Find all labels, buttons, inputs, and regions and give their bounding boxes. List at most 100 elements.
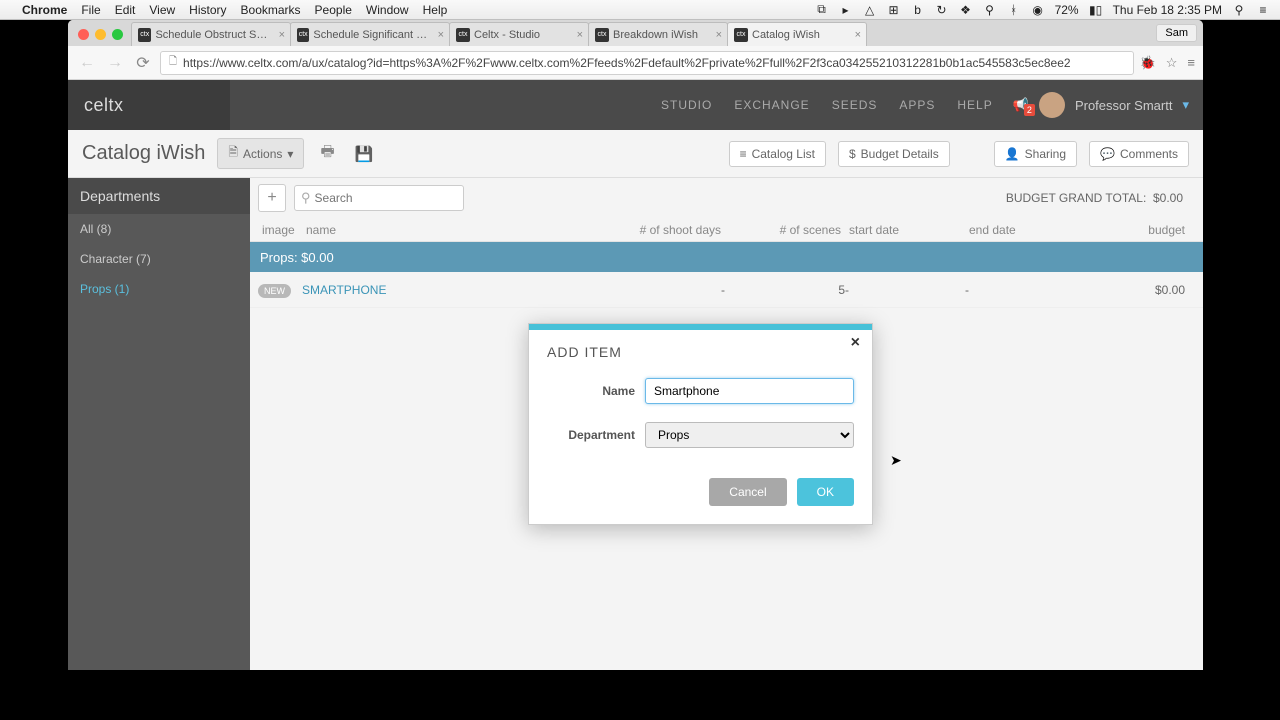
close-tab-icon[interactable]: × [279,29,285,41]
dollar-icon: $ [849,147,856,161]
comment-icon: 💬 [1100,147,1115,161]
cell-start: - [845,283,965,297]
menu-view[interactable]: View [149,3,175,17]
close-icon[interactable]: × [851,334,860,352]
letterbox [0,670,1280,720]
letterbox [1203,0,1280,720]
col-start-date[interactable]: start date [845,223,965,237]
close-tab-icon[interactable]: × [855,29,861,41]
browser-window: ctxSchedule Obstruct Sean× ctxSchedule S… [68,20,1203,670]
tab-schedule-significant[interactable]: ctxSchedule Significant Other× [290,22,450,46]
item-name-link[interactable]: SMARTPHONE [302,283,386,297]
address-field[interactable]: 🗋 https://www.celtx.com/a/ux/catalog?id=… [160,51,1134,75]
menu-help[interactable]: Help [423,3,448,17]
favicon-icon: ctx [734,28,748,42]
menu-icon[interactable]: ≡ [1256,3,1270,17]
close-icon[interactable] [78,29,89,40]
col-shoot-days[interactable]: # of shoot days [605,223,725,237]
minimize-icon[interactable] [95,29,106,40]
sidebar-item-all[interactable]: All (8) [68,214,250,244]
col-image[interactable]: image [258,223,302,237]
window-controls[interactable] [74,29,131,46]
favicon-icon: ctx [297,28,309,42]
chrome-profile-button[interactable]: Sam [1156,24,1197,42]
dropbox-icon[interactable]: ❖ [959,3,973,17]
department-select[interactable]: Props [645,422,854,448]
menu-window[interactable]: Window [366,3,409,17]
favicon-icon: ctx [138,28,151,42]
sidebar-item-props[interactable]: Props (1) [68,274,250,304]
nav-seeds[interactable]: SEEDS [832,98,878,112]
nav-help[interactable]: HELP [957,98,992,112]
nav-exchange[interactable]: EXCHANGE [734,98,809,112]
group-row-props[interactable]: Props: $0.00 [250,242,1203,272]
forward-button[interactable]: → [104,52,126,74]
notifications-icon[interactable]: 📢2 [1013,97,1029,113]
col-end-date[interactable]: end date [965,223,1085,237]
search-wrapper: ⚲ [294,185,464,211]
battery-icon[interactable]: ▮▯ [1089,3,1103,17]
tab-schedule-obstruct[interactable]: ctxSchedule Obstruct Sean× [131,22,291,46]
menu-bookmarks[interactable]: Bookmarks [241,3,301,17]
close-tab-icon[interactable]: × [716,29,722,41]
chrome-menu-icon[interactable]: ≡ [1187,55,1195,70]
sync-icon[interactable]: ↻ [935,3,949,17]
sidebar-item-character[interactable]: Character (7) [68,244,250,274]
battery-percent[interactable]: 72% [1055,3,1079,17]
budget-details-button[interactable]: $Budget Details [838,141,950,167]
sidebar-title: Departments [68,178,250,214]
save-icon[interactable]: 💾 [351,141,378,167]
close-tab-icon[interactable]: × [577,29,583,41]
maximize-icon[interactable] [112,29,123,40]
notification-count: 2 [1024,104,1035,116]
menu-file[interactable]: File [81,3,100,17]
brand-logo[interactable]: celtx [68,80,230,130]
nav-studio[interactable]: STUDIO [661,98,712,112]
print-icon[interactable]: 🖶 [316,137,338,170]
active-app-name[interactable]: Chrome [22,3,67,17]
catalog-list-button[interactable]: ≡Catalog List [729,141,826,167]
col-budget[interactable]: budget [1085,223,1195,237]
avatar[interactable] [1039,92,1065,118]
col-scenes[interactable]: # of scenes [725,223,845,237]
bluetooth-icon[interactable]: ᚼ [1007,3,1021,17]
tab-breakdown-iwish[interactable]: ctxBreakdown iWish× [588,22,728,46]
status-icon[interactable]: ▸ [839,3,853,17]
sharing-button[interactable]: 👤Sharing [994,141,1077,167]
close-tab-icon[interactable]: × [438,29,444,41]
back-button[interactable]: ← [76,52,98,74]
table-row[interactable]: NEW SMARTPHONE - 5 - - $0.00 [250,272,1203,308]
col-name[interactable]: name [302,223,605,237]
file-icon: 🗎 [228,143,238,164]
user-name[interactable]: Professor Smartt [1075,98,1173,113]
status-icon[interactable]: b [911,3,925,17]
comments-button[interactable]: 💬Comments [1089,141,1189,167]
menu-edit[interactable]: Edit [115,3,136,17]
menu-people[interactable]: People [315,3,352,17]
status-icon[interactable]: ⚲ [983,3,997,17]
name-input[interactable] [645,378,854,404]
gdrive-icon[interactable]: △ [863,3,877,17]
wifi-icon[interactable]: ◉ [1031,3,1045,17]
ok-button[interactable]: OK [797,478,854,506]
reload-button[interactable]: ⟳ [132,52,154,74]
status-icon[interactable]: ⧉ [815,2,829,17]
tab-celtx-studio[interactable]: ctxCeltx - Studio× [449,22,589,46]
add-item-button[interactable]: + [258,184,286,212]
chevron-down-icon[interactable]: ▾ [1182,97,1189,113]
actions-dropdown[interactable]: 🗎Actions ▾ [217,138,304,169]
search-input[interactable] [315,191,445,205]
cancel-button[interactable]: Cancel [709,478,786,506]
bookmark-star-icon[interactable]: ☆ [1166,55,1178,71]
url-bar: ← → ⟳ 🗋 https://www.celtx.com/a/ux/catal… [68,46,1203,80]
sidebar: Departments All (8) Character (7) Props … [68,178,250,670]
spotlight-icon[interactable]: ⚲ [1232,3,1246,17]
table-header: image name # of shoot days # of scenes s… [250,218,1203,242]
menu-history[interactable]: History [189,3,226,17]
extension-icon[interactable]: 🐞 [1140,55,1156,71]
clock[interactable]: Thu Feb 18 2:35 PM [1113,3,1222,17]
cell-scenes: 5 [725,283,845,297]
tab-catalog-iwish[interactable]: ctxCatalog iWish× [727,22,867,46]
nav-apps[interactable]: APPS [899,98,935,112]
status-icon[interactable]: ⊞ [887,3,901,17]
